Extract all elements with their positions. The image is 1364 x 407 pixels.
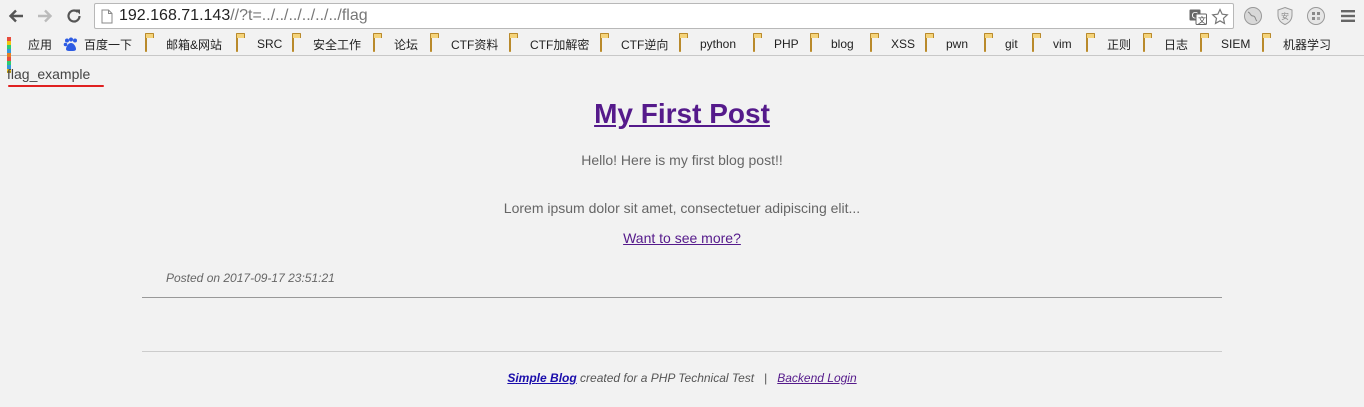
annotation-underline bbox=[8, 85, 104, 87]
forward-arrow-icon bbox=[38, 9, 53, 23]
url-host: 192.168.71.143 bbox=[119, 7, 231, 24]
more-container: Want to see more? bbox=[0, 230, 1364, 246]
chrome-menu-icon[interactable] bbox=[1337, 5, 1359, 27]
folder-icon bbox=[292, 36, 294, 52]
post-divider bbox=[142, 297, 1222, 298]
bookmark-folder[interactable]: git bbox=[984, 35, 1018, 53]
bookmark-label: pwn bbox=[946, 37, 969, 51]
post-title-link[interactable]: My First Post bbox=[594, 98, 770, 129]
bookmark-folder[interactable]: 邮箱&网站 bbox=[145, 35, 222, 53]
bookmark-folder[interactable]: vim bbox=[1032, 35, 1072, 53]
bookmark-folder[interactable]: 安全工作 bbox=[292, 35, 361, 53]
footer-divider bbox=[142, 351, 1222, 352]
bookmark-label: 机器学习 bbox=[1283, 37, 1332, 52]
bookmark-folder[interactable]: python bbox=[679, 35, 736, 53]
browser-toolbar: 192.168.71.143//?t=../../../../../../fla… bbox=[0, 0, 1364, 32]
bookmark-folder[interactable]: 机器学习 bbox=[1262, 35, 1331, 53]
folder-icon bbox=[1200, 36, 1202, 52]
folder-icon bbox=[870, 36, 872, 52]
footer-separator: | bbox=[764, 371, 768, 385]
reload-button[interactable] bbox=[63, 5, 85, 27]
footer-tagline: created for a PHP Technical Test bbox=[576, 371, 755, 385]
bookmark-folder[interactable]: 论坛 bbox=[373, 35, 418, 53]
bookmark-label: SIEM bbox=[1221, 37, 1251, 51]
url-text: 192.168.71.143//?t=../../../../../../fla… bbox=[119, 7, 368, 25]
url-path: //?t=../../../../../../flag bbox=[230, 7, 368, 24]
bookmark-folder[interactable]: 日志 bbox=[1143, 35, 1188, 53]
forward-button[interactable] bbox=[34, 5, 56, 27]
post-body: Lorem ipsum dolor sit amet, consectetuer… bbox=[503, 200, 861, 216]
bookmark-label: CTF资料 bbox=[451, 37, 499, 52]
bookmark-label: git bbox=[1005, 37, 1018, 51]
bookmark-label: 日志 bbox=[1164, 37, 1189, 52]
bookmark-folder[interactable]: SRC bbox=[236, 35, 282, 53]
backend-login-link[interactable]: Backend Login bbox=[777, 371, 856, 385]
bookmark-star-icon[interactable] bbox=[1211, 8, 1229, 26]
bookmark-label: vim bbox=[1053, 37, 1072, 51]
folder-icon bbox=[1086, 36, 1088, 52]
folder-icon bbox=[1032, 36, 1034, 52]
bookmark-folder[interactable]: CTF资料 bbox=[430, 35, 498, 53]
bookmark-label: 论坛 bbox=[394, 37, 419, 52]
back-button[interactable] bbox=[5, 5, 27, 27]
bookmark-label: 应用 bbox=[28, 37, 53, 52]
reload-icon bbox=[67, 9, 81, 23]
footer: Simple Blog created for a PHP Technical … bbox=[0, 371, 1364, 385]
folder-icon bbox=[984, 36, 986, 52]
bookmark-label: CTF逆向 bbox=[621, 37, 669, 52]
bookmark-folder[interactable]: 正则 bbox=[1086, 35, 1131, 53]
bookmark-folder[interactable]: CTF加解密 bbox=[509, 35, 589, 53]
folder-icon bbox=[600, 36, 602, 52]
extension-globe-icon[interactable] bbox=[1242, 5, 1264, 27]
extension-shield-icon[interactable]: 安 bbox=[1274, 5, 1296, 27]
bookmark-folder[interactable]: blog bbox=[810, 35, 854, 53]
bookmark-apps[interactable]: 应用 bbox=[7, 35, 53, 73]
apps-icon bbox=[7, 37, 23, 73]
bookmark-folder[interactable]: SIEM bbox=[1200, 35, 1250, 53]
baidu-icon bbox=[63, 37, 79, 51]
folder-icon bbox=[509, 36, 511, 52]
bookmark-folder[interactable]: pwn bbox=[925, 35, 968, 53]
bookmark-label: python bbox=[700, 37, 737, 51]
svg-text:文: 文 bbox=[1198, 15, 1206, 25]
post-intro: Hello! Here is my first blog post!! bbox=[581, 152, 783, 168]
flag-output: flag_example bbox=[7, 66, 91, 82]
bookmark-label: 正则 bbox=[1107, 37, 1132, 52]
folder-icon bbox=[1262, 36, 1264, 52]
simple-blog-link[interactable]: Simple Blog bbox=[507, 371, 576, 385]
folder-icon bbox=[679, 36, 681, 52]
folder-icon bbox=[430, 36, 432, 52]
page-icon bbox=[101, 9, 113, 29]
post-title: My First Post bbox=[0, 98, 1364, 130]
bookmark-label: CTF加解密 bbox=[530, 37, 590, 52]
bookmark-label: PHP bbox=[774, 37, 799, 51]
bookmark-label: XSS bbox=[891, 37, 916, 51]
folder-icon bbox=[810, 36, 812, 52]
bookmark-label: 百度一下 bbox=[84, 37, 133, 52]
back-arrow-icon bbox=[8, 9, 23, 23]
bookmark-folder[interactable]: XSS bbox=[870, 35, 915, 53]
folder-icon bbox=[145, 36, 147, 52]
folder-icon bbox=[753, 36, 755, 52]
bookmark-label: 安全工作 bbox=[313, 37, 362, 52]
extension-qr-icon[interactable] bbox=[1305, 5, 1327, 27]
bookmark-label: 邮箱&网站 bbox=[166, 37, 223, 52]
folder-icon bbox=[373, 36, 375, 52]
bookmark-baidu[interactable]: 百度一下 bbox=[63, 35, 132, 53]
posted-on: Posted on 2017-09-17 23:51:21 bbox=[166, 271, 335, 285]
folder-icon bbox=[1143, 36, 1145, 52]
bookmark-folder[interactable]: CTF逆向 bbox=[600, 35, 668, 53]
bookmarks-bar: 应用 百度一下 邮箱&网站 SRC 安全工作 论坛 CTF资料 CTF加解密 C… bbox=[0, 32, 1364, 73]
bookmark-folder[interactable]: PHP bbox=[753, 35, 799, 53]
bookmark-label: SRC bbox=[257, 37, 283, 51]
address-bar[interactable]: 192.168.71.143//?t=../../../../../../fla… bbox=[94, 3, 1234, 29]
translate-icon[interactable]: G文 bbox=[1189, 8, 1207, 26]
svg-text:安: 安 bbox=[1281, 11, 1289, 21]
bookmark-label: blog bbox=[831, 37, 854, 51]
folder-icon bbox=[236, 36, 238, 52]
folder-icon bbox=[925, 36, 927, 52]
want-to-see-more-link[interactable]: Want to see more? bbox=[623, 230, 741, 246]
